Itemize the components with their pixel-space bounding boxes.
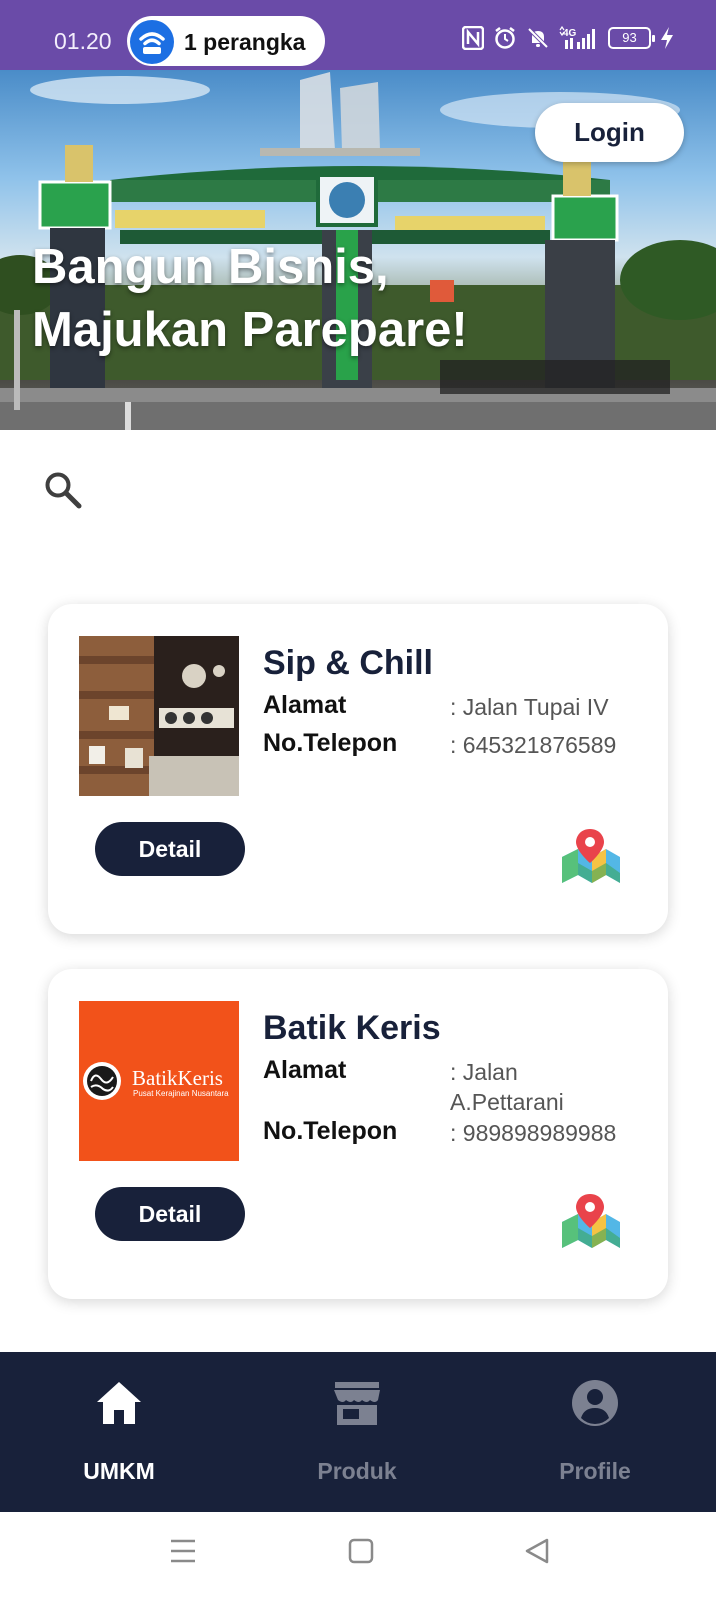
umkm-name: Sip & Chill xyxy=(263,644,433,682)
address-label: Alamat xyxy=(263,691,347,719)
phone-value: : 989898989988 xyxy=(450,1120,617,1146)
menu-icon[interactable] xyxy=(170,1538,196,1564)
umkm-logo: BatikKeris Pusat Kerajinan Nusantara xyxy=(79,1001,239,1161)
search-icon[interactable] xyxy=(43,470,83,510)
status-bar: 01.20 1 perangka 4G 93 xyxy=(0,0,716,70)
alarm-icon xyxy=(495,27,515,49)
battery-icon: 93 xyxy=(608,27,655,49)
signal-4g-icon: 4G xyxy=(559,26,595,49)
charging-icon xyxy=(661,27,673,49)
map-pin-icon[interactable] xyxy=(560,1194,622,1250)
umkm-photo xyxy=(79,636,239,796)
hotspot-text: 1 perangka xyxy=(184,29,306,55)
umkm-card[interactable]: BatikKeris Pusat Kerajinan Nusantara Bat… xyxy=(48,969,668,1299)
hero-title-line-1: Bangun Bisnis, xyxy=(32,240,389,294)
phone-label: No.Telepon xyxy=(263,729,398,757)
nav-label-umkm: UMKM xyxy=(83,1458,155,1484)
bottom-navigation: UMKM Produk Profile xyxy=(0,1352,716,1512)
umkm-card[interactable]: Sip & Chill Alamat : Jalan Tupai IV No.T… xyxy=(48,604,668,934)
address-value: : Jalan A.Pettarani xyxy=(450,1059,564,1115)
nav-item-umkm[interactable]: UMKM xyxy=(0,1352,238,1512)
phone-label: No.Telepon xyxy=(263,1117,398,1145)
detail-button[interactable]: Detail xyxy=(95,822,245,876)
battery-level: 93 xyxy=(622,30,637,45)
store-icon xyxy=(334,1382,380,1425)
nav-label-profile: Profile xyxy=(559,1458,631,1484)
svg-text:4G: 4G xyxy=(563,28,577,39)
logo-subtext: Pusat Kerajinan Nusantara xyxy=(133,1089,229,1098)
home-icon xyxy=(97,1382,141,1424)
status-icons: 4G 93 xyxy=(462,26,674,50)
address-label: Alamat xyxy=(263,1056,347,1084)
detail-button[interactable]: Detail xyxy=(95,1187,245,1241)
back-icon[interactable] xyxy=(524,1538,550,1564)
umkm-name: Batik Keris xyxy=(263,1009,441,1047)
nav-item-produk[interactable]: Produk xyxy=(238,1352,476,1512)
mute-bell-icon xyxy=(527,27,549,49)
home-square-icon[interactable] xyxy=(348,1538,374,1564)
hero-title: Bangun Bisnis, Majukan Parepare! xyxy=(32,236,468,362)
wifi-hotspot-icon xyxy=(130,20,174,64)
nav-label-produk: Produk xyxy=(317,1458,397,1484)
address-value: : Jalan Tupai IV xyxy=(450,694,609,720)
login-button[interactable]: Login xyxy=(535,103,684,162)
nfc-icon xyxy=(462,26,484,50)
system-navigation-bar xyxy=(0,1512,716,1600)
app-screen: 01.20 1 perangka 4G 93 Bangun Bisnis, Ma… xyxy=(0,0,716,1600)
profile-icon xyxy=(572,1380,618,1426)
phone-value: : 645321876589 xyxy=(450,732,617,758)
nav-item-profile[interactable]: Profile xyxy=(476,1352,714,1512)
status-time: 01.20 xyxy=(54,28,112,54)
hero-banner: Bangun Bisnis, Majukan Parepare! Login xyxy=(0,70,716,430)
hero-title-line-2: Majukan Parepare! xyxy=(32,303,468,357)
logo-text: BatikKeris xyxy=(132,1066,223,1090)
hotspot-pill[interactable]: 1 perangka xyxy=(127,16,325,66)
map-pin-icon[interactable] xyxy=(560,829,622,885)
